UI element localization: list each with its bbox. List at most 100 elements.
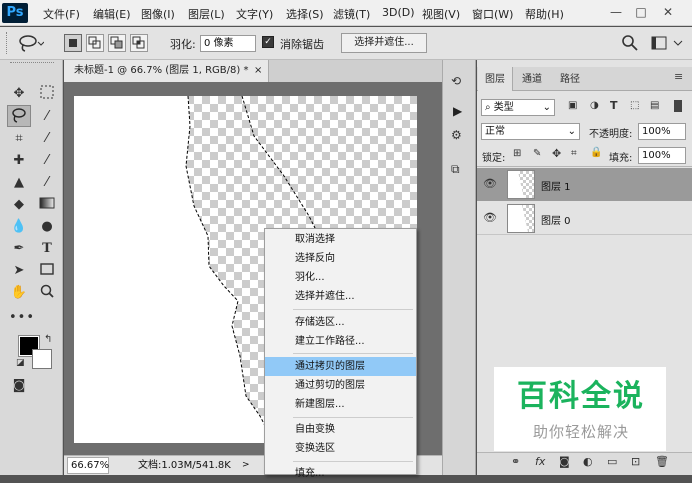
layer-row-0[interactable]: 👁 图层 0: [477, 202, 692, 235]
eyedropper-tool-icon[interactable]: ⁄: [37, 129, 57, 149]
menu-image[interactable]: 图像(I): [141, 6, 175, 22]
menu-layer[interactable]: 图层(L): [188, 6, 225, 22]
intersect-selection-mode-button[interactable]: [130, 34, 148, 52]
adjustment-layer-icon[interactable]: ◐: [583, 455, 593, 468]
pen-tool-icon[interactable]: ✒: [9, 239, 29, 259]
clone-source-panel-icon[interactable]: ⧉: [451, 162, 460, 177]
edit-toolbar-icon[interactable]: •••: [9, 308, 34, 328]
new-group-icon[interactable]: ▭: [607, 455, 617, 468]
layer-row-1[interactable]: 👁 图层 1: [477, 168, 692, 201]
fill-label: 填充:: [609, 153, 633, 164]
menu-item-fill[interactable]: 填充...: [265, 464, 416, 483]
properties-panel-icon[interactable]: ⚙: [451, 128, 462, 142]
default-colors-icon[interactable]: ◪: [16, 358, 25, 368]
lock-all-icon[interactable]: 🔒: [590, 147, 602, 158]
marquee-tool-icon[interactable]: [37, 84, 57, 104]
status-menu-arrow-icon[interactable]: >: [242, 456, 250, 475]
menu-help[interactable]: 帮助(H): [525, 6, 564, 22]
blur-tool-icon[interactable]: 💧: [9, 217, 29, 237]
type-tool-icon[interactable]: T: [37, 239, 57, 259]
zoom-level[interactable]: 66.67%: [67, 457, 109, 474]
filter-pixel-icon[interactable]: ▣: [568, 100, 577, 111]
rectangle-tool-icon[interactable]: [37, 261, 57, 281]
dodge-tool-icon[interactable]: ●: [37, 217, 57, 237]
menu-select[interactable]: 选择(S): [286, 6, 324, 22]
tab-channels[interactable]: 通道: [522, 70, 542, 85]
tab-layers[interactable]: 图层: [485, 70, 505, 85]
delete-layer-icon[interactable]: 🗑: [655, 455, 669, 468]
panel-menu-icon[interactable]: ≡: [674, 70, 683, 83]
tab-paths[interactable]: 路径: [560, 70, 580, 85]
move-tool-icon[interactable]: ✥: [9, 84, 29, 104]
document-tab[interactable]: 未标题-1 @ 66.7% (图层 1, RGB/8) * ×: [64, 60, 269, 82]
select-and-mask-button[interactable]: 选择并遮住...: [341, 33, 427, 53]
lock-position-icon[interactable]: ✥: [552, 147, 561, 160]
lasso-tool-icon[interactable]: [7, 105, 31, 127]
add-selection-mode-button[interactable]: [86, 34, 104, 52]
filter-adjustment-icon[interactable]: ◑: [590, 100, 599, 111]
fill-input[interactable]: 100%: [638, 147, 686, 164]
search-button[interactable]: [620, 33, 640, 53]
menu-file[interactable]: 文件(F): [43, 6, 80, 22]
lock-pixels-icon[interactable]: ✎: [533, 148, 541, 159]
gradient-tool-icon[interactable]: [37, 195, 57, 215]
document-tab-close-icon[interactable]: ×: [254, 60, 262, 82]
lasso-preset-picker[interactable]: [16, 32, 45, 54]
filter-smart-object-icon[interactable]: ▤: [650, 100, 659, 111]
layer-filter-select[interactable]: ⌕ 类型 ⌄: [481, 99, 555, 116]
clone-stamp-tool-icon[interactable]: ▲: [9, 173, 29, 193]
menu-item-select-and-mask[interactable]: 选择并遮住...: [265, 287, 416, 306]
magic-wand-tool-icon[interactable]: ⁄: [37, 107, 57, 127]
history-brush-tool-icon[interactable]: ⁄: [37, 173, 57, 193]
visibility-eye-icon[interactable]: 👁: [483, 177, 497, 190]
maximize-button[interactable]: □: [631, 3, 651, 21]
minimize-button[interactable]: —: [606, 3, 626, 21]
visibility-eye-icon[interactable]: 👁: [483, 211, 497, 224]
menu-3d[interactable]: 3D(D): [382, 6, 415, 19]
link-layers-icon[interactable]: ⚭: [511, 455, 520, 468]
close-window-button[interactable]: ✕: [658, 3, 678, 21]
menu-item-deselect[interactable]: 取消选择: [265, 230, 416, 249]
menu-item-save-selection[interactable]: 存储选区...: [265, 313, 416, 332]
menu-item-transform-selection[interactable]: 变换选区: [265, 439, 416, 458]
menu-item-select-inverse[interactable]: 选择反向: [265, 249, 416, 268]
actions-play-icon[interactable]: ▶: [453, 104, 462, 118]
quick-mask-icon[interactable]: ◙: [9, 376, 29, 396]
new-layer-icon[interactable]: ⊡: [631, 455, 640, 468]
brush-tool-icon[interactable]: ⁄: [37, 151, 57, 171]
history-panel-icon[interactable]: ⟲: [451, 74, 461, 88]
opacity-input[interactable]: 100%: [638, 123, 686, 140]
lock-transparent-icon[interactable]: ⊞: [513, 148, 521, 159]
path-selection-tool-icon[interactable]: ➤: [9, 261, 29, 281]
crop-tool-icon[interactable]: ⌗: [9, 129, 29, 149]
menu-view[interactable]: 视图(V): [422, 6, 460, 22]
hand-tool-icon[interactable]: ✋: [9, 283, 29, 303]
menu-item-layer-via-copy[interactable]: 通过拷贝的图层: [265, 357, 416, 376]
new-selection-mode-button[interactable]: [64, 34, 82, 52]
menu-item-layer-via-cut[interactable]: 通过剪切的图层: [265, 376, 416, 395]
eraser-tool-icon[interactable]: ◆: [9, 195, 29, 215]
workspace-switcher[interactable]: [648, 33, 688, 53]
menu-type[interactable]: 文字(Y): [236, 6, 273, 22]
zoom-tool-icon[interactable]: [37, 283, 57, 303]
menu-item-make-work-path[interactable]: 建立工作路径...: [265, 332, 416, 351]
menu-filter[interactable]: 滤镜(T): [333, 6, 370, 22]
subtract-selection-mode-button[interactable]: [108, 34, 126, 52]
menu-item-new-layer[interactable]: 新建图层...: [265, 395, 416, 414]
blend-mode-select[interactable]: 正常 ⌄: [481, 123, 580, 140]
antialias-checkbox[interactable]: ✓: [262, 36, 274, 48]
menu-window[interactable]: 窗口(W): [472, 6, 513, 22]
swap-colors-icon[interactable]: ↰: [44, 334, 52, 345]
filter-toggle-icon[interactable]: [674, 100, 682, 112]
layer-style-icon[interactable]: fx: [535, 455, 545, 468]
menu-item-feather[interactable]: 羽化...: [265, 268, 416, 287]
menu-edit[interactable]: 编辑(E): [93, 6, 131, 22]
lock-artboard-icon[interactable]: ⌗: [571, 148, 577, 159]
menu-item-free-transform[interactable]: 自由变换: [265, 420, 416, 439]
healing-brush-tool-icon[interactable]: ✚: [9, 151, 29, 171]
filter-shape-icon[interactable]: ⬚: [630, 100, 639, 111]
background-color-swatch[interactable]: [32, 349, 52, 369]
feather-input[interactable]: 0 像素: [200, 35, 256, 52]
add-mask-icon[interactable]: ◙: [559, 455, 570, 468]
filter-type-icon[interactable]: T: [610, 99, 618, 112]
